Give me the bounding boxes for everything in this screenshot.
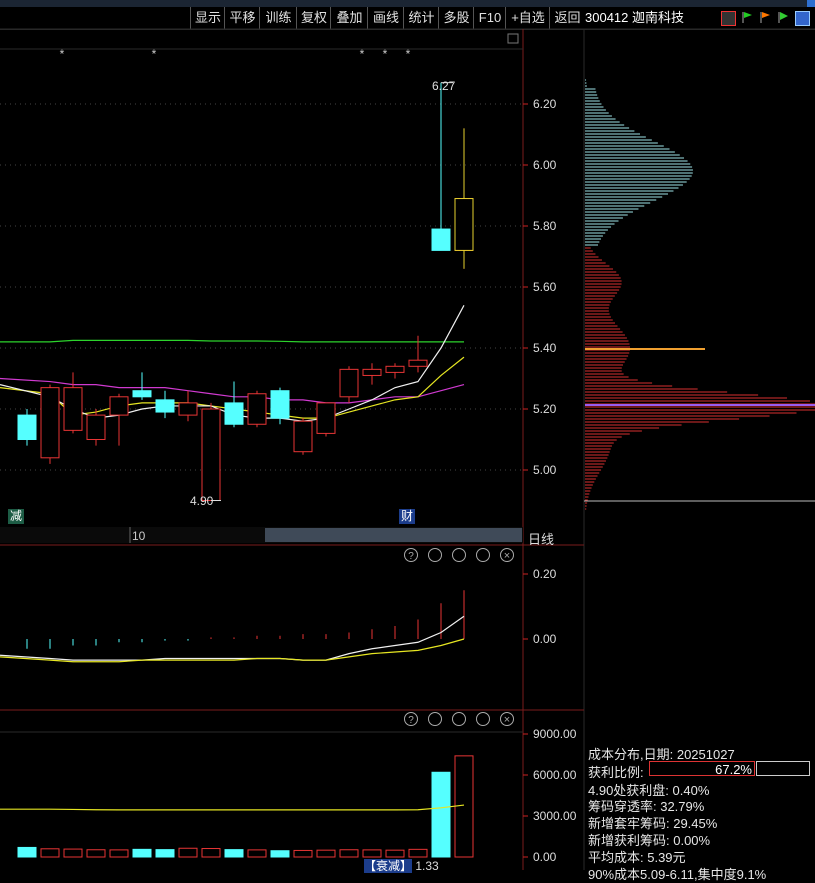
candle-15[interactable] <box>362 368 382 376</box>
candle-2[interactable] <box>63 387 83 431</box>
help-glyph-0: ? <box>408 551 414 562</box>
vol-tick-2: 3000.00 <box>533 809 577 823</box>
volume-ma-line <box>0 804 465 811</box>
settings-icon-p0[interactable] <box>452 548 466 562</box>
candle-9[interactable] <box>224 402 244 425</box>
profit-ratio-rest <box>756 761 810 776</box>
candle-17[interactable] <box>408 359 428 367</box>
help-glyph-1: ? <box>408 715 414 726</box>
candle-18[interactable] <box>431 228 451 251</box>
y-tick-4: 5.40 <box>533 341 557 355</box>
candle-0[interactable] <box>17 414 37 441</box>
vol-tick-3: 0.00 <box>533 850 557 864</box>
reduce-marker[interactable]: 减 <box>8 509 25 524</box>
volume-bar-11[interactable] <box>270 850 290 858</box>
period-label[interactable]: 日线 <box>528 529 554 548</box>
settings-icon-p1[interactable] <box>452 712 466 726</box>
vol-tick-1: 6000.00 <box>533 768 577 782</box>
ma-green-line <box>0 339 464 343</box>
volume-bar-17[interactable] <box>408 848 428 858</box>
volume-bar-2[interactable] <box>63 848 83 858</box>
ind1-white-line <box>0 615 465 661</box>
candle-3[interactable] <box>86 414 106 441</box>
event-star-0: * <box>60 47 65 61</box>
volume-bar-6[interactable] <box>155 849 175 858</box>
candle-last-outline[interactable] <box>454 198 474 251</box>
volume-bar-10[interactable] <box>247 849 267 858</box>
volume-bar-19[interactable] <box>454 755 474 858</box>
volume-bar-14[interactable] <box>339 849 359 858</box>
finance-marker[interactable]: 财 <box>399 509 416 524</box>
profit-label: 获利比例: <box>588 765 644 780</box>
candle-8[interactable] <box>201 408 221 501</box>
y-tick-6: 5.00 <box>533 463 557 477</box>
event-star-3: * <box>383 47 388 61</box>
ind1-tick-0: 0.20 <box>533 567 557 581</box>
zoom-icon-p1[interactable] <box>428 712 442 726</box>
candle-13[interactable] <box>316 402 336 434</box>
y-tick-3: 5.60 <box>533 280 557 294</box>
volume-bar-18[interactable] <box>431 771 451 858</box>
y-tick-0: 6.20 <box>533 97 557 111</box>
volume-bar-4[interactable] <box>109 849 129 858</box>
candle-10[interactable] <box>247 393 267 425</box>
y-tick-5: 5.20 <box>533 402 557 416</box>
candle-6[interactable] <box>155 399 175 413</box>
volume-tag: 【衰减】 1.33 <box>364 857 439 874</box>
low-price-label: 4.90 <box>190 494 214 508</box>
volume-bar-7[interactable] <box>178 847 198 858</box>
chip-line-6: 90%成本5.09-6.11,集中度9.1% <box>588 867 767 882</box>
event-star-4: * <box>406 47 411 61</box>
decay-tag: 【衰减】 <box>364 859 413 873</box>
scrollbar-thumb[interactable] <box>265 528 522 542</box>
volume-bar-16[interactable] <box>385 849 405 858</box>
volume-bar-9[interactable] <box>224 849 244 858</box>
chart-canvas[interactable]: * * * * * 6.20 6.00 5.80 5.60 5.40 5.20 5.00 0.20 0.0… <box>0 0 815 870</box>
candle-1[interactable] <box>40 387 60 459</box>
volume-bar-15[interactable] <box>362 849 382 858</box>
profit-ratio-box: 67.2% <box>649 761 755 777</box>
volume-bar-0[interactable] <box>17 846 37 858</box>
vol-tick-0: 9000.00 <box>533 727 577 741</box>
switch-icon-p0[interactable] <box>476 548 490 562</box>
zoom-icon-p0[interactable] <box>428 548 442 562</box>
switch-icon-p1[interactable] <box>476 712 490 726</box>
event-star-1: * <box>152 47 157 61</box>
candle-5[interactable] <box>132 390 152 398</box>
candle-7[interactable] <box>178 402 198 416</box>
y-tick-2: 5.80 <box>533 219 557 233</box>
volume-bar-5[interactable] <box>132 848 152 858</box>
volume-bar-1[interactable] <box>40 848 60 858</box>
candle-14[interactable] <box>339 368 359 398</box>
candle-12[interactable] <box>293 420 313 453</box>
panel-toggle-icon[interactable] <box>507 33 519 44</box>
candle-16[interactable] <box>385 365 405 373</box>
candle-11[interactable] <box>270 390 290 419</box>
high-price-label: 6.27 <box>432 79 456 93</box>
ind1-tick-1: 0.00 <box>533 632 557 646</box>
y-tick-1: 6.00 <box>533 158 557 172</box>
volume-bar-3[interactable] <box>86 849 106 858</box>
event-star-2: * <box>360 47 365 61</box>
volume-bar-12[interactable] <box>293 849 313 858</box>
x-axis-label: 10 <box>132 529 146 543</box>
close-glyph-0: × <box>504 550 510 562</box>
candle-4[interactable] <box>109 396 129 416</box>
decay-value: 1.33 <box>415 859 439 873</box>
volume-bar-13[interactable] <box>316 849 336 858</box>
close-glyph-1: × <box>504 714 510 726</box>
volume-bar-8[interactable] <box>201 848 221 858</box>
